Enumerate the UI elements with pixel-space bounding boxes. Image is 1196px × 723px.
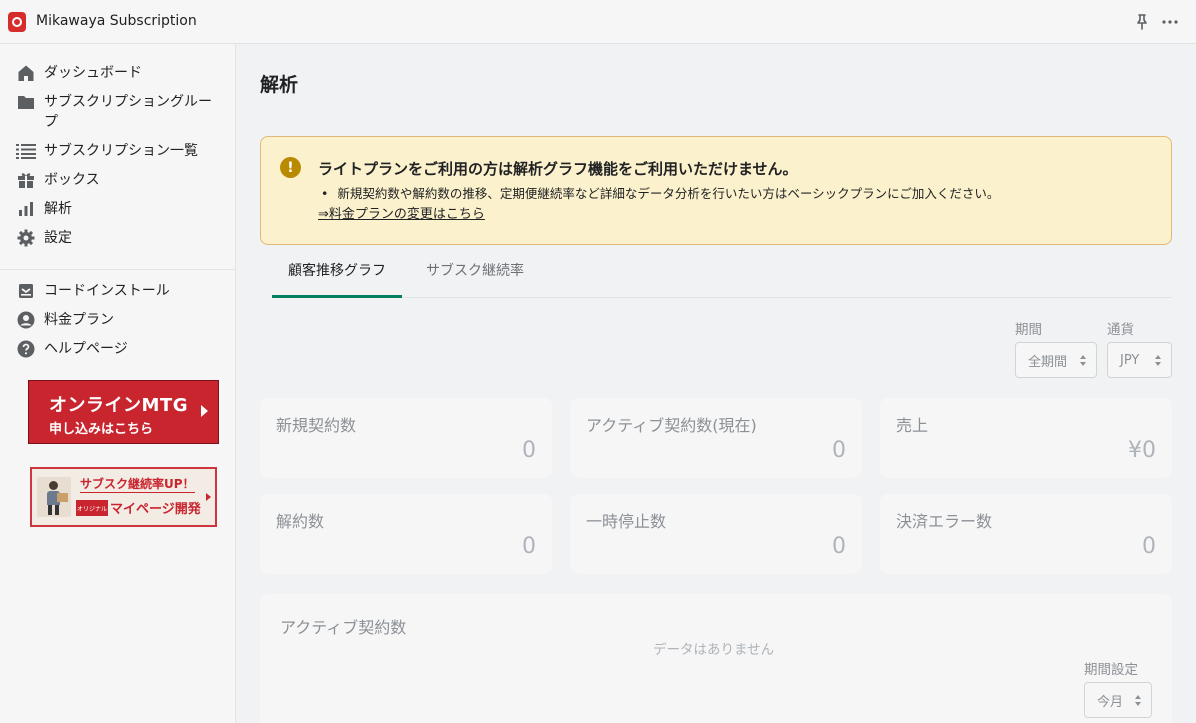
- select-caret-icon: [1155, 355, 1161, 366]
- stat-card-sales: 売上 ¥0: [880, 398, 1172, 478]
- period-setting-label: 期間設定: [1084, 662, 1138, 678]
- chevron-right-icon: [206, 493, 211, 501]
- currency-label: 通貨: [1107, 322, 1134, 338]
- install-icon: [16, 281, 36, 301]
- empty-state-text: データはありません: [653, 642, 775, 658]
- chevron-right-icon: [201, 405, 208, 417]
- sidebar-item-help[interactable]: ヘルプページ: [16, 339, 214, 359]
- app-title: Mikawaya Subscription: [36, 13, 197, 29]
- banner-mypage-title: サブスク継続率UP！: [80, 477, 195, 493]
- warning-icon: !: [280, 157, 301, 178]
- notice-bullet: 新規契約数や解約数の推移、定期便継続率など詳細なデータ分析を行いたい方はベーシッ…: [321, 183, 999, 202]
- sidebar-item-box[interactable]: ボックス: [16, 170, 214, 190]
- select-caret-icon: [1080, 355, 1086, 366]
- sidebar-divider: [0, 269, 236, 270]
- period-setting-select[interactable]: 今月: [1084, 682, 1152, 718]
- panel-title: アクティブ契約数: [280, 618, 407, 637]
- tab-customer-trend[interactable]: 顧客推移グラフ: [272, 258, 402, 298]
- list-icon: [16, 141, 36, 161]
- sidebar-item-subscription-group[interactable]: サブスクリプショングループ: [16, 92, 214, 132]
- period-label: 期間: [1015, 322, 1042, 338]
- sidebar-item-settings[interactable]: 設定: [16, 228, 214, 248]
- sidebar-item-code-install[interactable]: コードインストール: [16, 281, 214, 301]
- help-icon: [16, 339, 36, 359]
- user-icon: [16, 310, 36, 330]
- online-meeting-banner[interactable]: オンラインMTG 申し込みはこちら: [28, 380, 219, 444]
- stat-card-active-contracts: アクティブ契約数(現在) 0: [570, 398, 862, 478]
- page-title: 解析: [260, 74, 299, 96]
- top-bar: Mikawaya Subscription: [0, 0, 1196, 44]
- sidebar-item-subscription-list[interactable]: サブスクリプション一覧: [16, 141, 214, 161]
- currency-select[interactable]: JPY: [1107, 342, 1172, 378]
- sidebar-item-analytics[interactable]: 解析: [16, 199, 214, 219]
- plan-warning-banner: ! ライトプランをご利用の方は解析グラフ機能をご利用いただけません。 新規契約数…: [260, 136, 1172, 245]
- more-icon[interactable]: [1161, 13, 1179, 31]
- sidebar-item-dashboard[interactable]: ダッシュボード: [16, 63, 214, 83]
- person-illustration-icon: [37, 477, 71, 517]
- gear-icon: [16, 228, 36, 248]
- pin-icon[interactable]: [1134, 13, 1150, 31]
- analytics-tabs: 顧客推移グラフ サブスク継続率: [272, 258, 1172, 298]
- change-plan-link[interactable]: ⇒料金プランの変更はこちら: [318, 203, 485, 222]
- select-caret-icon: [1135, 695, 1141, 706]
- stat-card-new-contracts: 新規契約数 0: [260, 398, 552, 478]
- stat-card-payment-errors: 決済エラー数 0: [880, 494, 1172, 574]
- notice-title: ライトプランをご利用の方は解析グラフ機能をご利用いただけません。: [318, 160, 798, 178]
- analytics-icon: [16, 199, 36, 219]
- banner-mypage-subtitle: マイページ開発: [110, 502, 201, 517]
- sidebar: ダッシュボード サブスクリプショングループ サブスクリプション一覧 ボックス 解…: [0, 44, 236, 723]
- gift-icon: [16, 170, 36, 190]
- stat-card-paused: 一時停止数 0: [570, 494, 862, 574]
- banner-meeting-title: オンラインMTG: [49, 395, 188, 416]
- period-select[interactable]: 全期間: [1015, 342, 1097, 378]
- sidebar-item-pricing-plan[interactable]: 料金プラン: [16, 310, 214, 330]
- mypage-development-banner[interactable]: サブスク継続率UP！ オリジナル マイページ開発: [30, 467, 217, 527]
- home-icon: [16, 63, 36, 83]
- stat-card-cancellations: 解約数 0: [260, 494, 552, 574]
- folder-icon: [16, 92, 36, 112]
- banner-meeting-subtitle: 申し込みはこちら: [49, 422, 154, 437]
- active-contracts-chart-panel: アクティブ契約数 データはありません 期間設定 今月: [260, 594, 1172, 723]
- app-logo-icon: [8, 12, 26, 32]
- banner-original-tag: オリジナル: [76, 500, 108, 516]
- tab-retention-rate[interactable]: サブスク継続率: [410, 258, 540, 298]
